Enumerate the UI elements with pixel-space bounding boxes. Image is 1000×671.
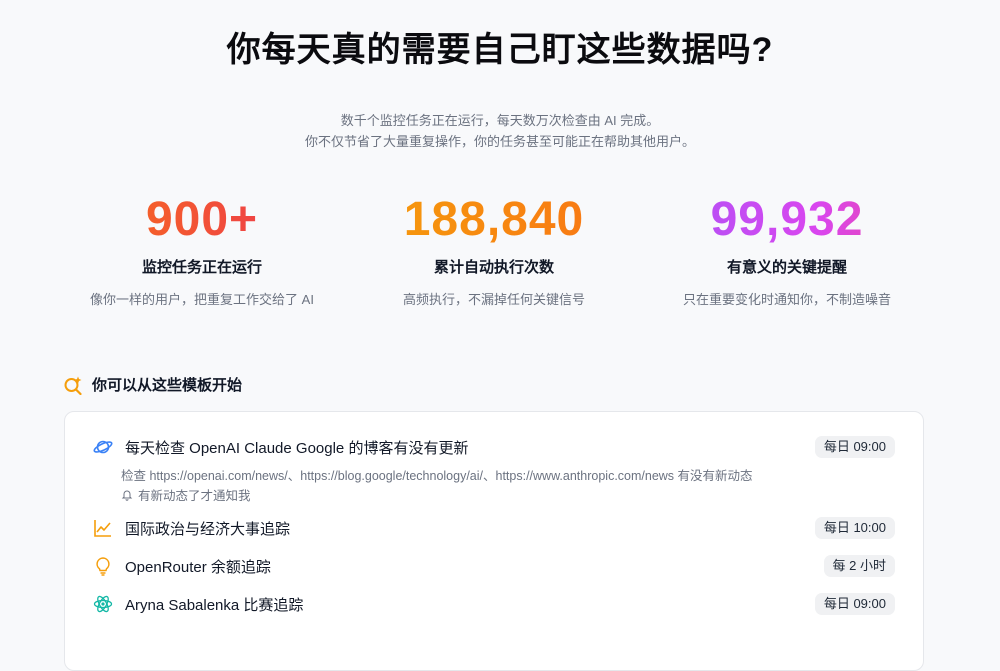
schedule-badge: 每日 10:00 xyxy=(814,517,895,539)
template-item-openrouter[interactable]: OpenRouter 余额追踪 每 2 小时 xyxy=(93,554,895,578)
template-title: 每天检查 OpenAI Claude Google 的博客有没有更新 xyxy=(125,439,469,457)
template-title: 国际政治与经济大事追踪 xyxy=(125,520,291,538)
template-title: Aryna Sabalenka 比赛追踪 xyxy=(125,596,304,614)
notify-label: 有新动态了才通知我 xyxy=(138,489,251,503)
stat-description: 像你一样的用户，把重复工作交给了 AI xyxy=(90,292,314,307)
bell-icon xyxy=(121,489,133,501)
page-title: 你每天真的需要自己盯这些数据吗? xyxy=(226,31,774,69)
templates-title: 你可以从这些模板开始 xyxy=(92,377,243,394)
stat-label: 有意义的关键提醒 xyxy=(726,259,847,276)
stat-executions: 188,840 累计自动执行次数 高频执行，不漏掉任何关键信号 xyxy=(344,190,644,308)
hero-subtitle-line2: 你不仅节省了大量重复操作，你的任务甚至可能正在帮助其他用户。 xyxy=(304,134,695,149)
templates-card: 每天检查 OpenAI Claude Google 的博客有没有更新 每日 09… xyxy=(64,411,924,671)
stat-value: 900+ xyxy=(52,190,352,250)
template-item-politics[interactable]: 国际政治与经济大事追踪 每日 10:00 xyxy=(93,516,895,540)
template-item-blog-check[interactable]: 每天检查 OpenAI Claude Google 的博客有没有更新 每日 09… xyxy=(93,435,895,459)
atom-icon xyxy=(93,594,113,614)
schedule-badge: 每日 09:00 xyxy=(814,593,895,615)
template-notify: 有新动态了才通知我 xyxy=(121,485,251,504)
lightbulb-icon xyxy=(93,556,113,576)
stat-description: 只在重要变化时通知你，不制造噪音 xyxy=(682,292,891,307)
stat-value: 188,840 xyxy=(344,190,644,250)
line-chart-icon xyxy=(93,518,113,538)
schedule-badge: 每 2 小时 xyxy=(823,555,895,577)
hero-subtitle-line1: 数千个监控任务正在运行，每天数万次检查由 AI 完成。 xyxy=(340,113,660,128)
template-detail: 检查 https://openai.com/news/、https://blog… xyxy=(121,469,753,483)
schedule-badge: 每日 09:00 xyxy=(814,436,895,458)
sparkle-search-icon xyxy=(63,375,83,395)
stat-label: 监控任务正在运行 xyxy=(141,259,262,276)
stat-running-tasks: 900+ 监控任务正在运行 像你一样的用户，把重复工作交给了 AI xyxy=(52,190,352,308)
stats-section: 900+ 监控任务正在运行 像你一样的用户，把重复工作交给了 AI 188,84… xyxy=(0,190,1000,310)
templates-heading: 你可以从这些模板开始 xyxy=(63,374,242,395)
planet-icon xyxy=(93,437,113,457)
stat-description: 高频执行，不漏掉任何关键信号 xyxy=(402,292,585,307)
template-item-sabalenka[interactable]: Aryna Sabalenka 比赛追踪 每日 09:00 xyxy=(93,592,895,616)
stat-value: 99,932 xyxy=(637,190,937,250)
stat-label: 累计自动执行次数 xyxy=(433,259,554,276)
template-title: OpenRouter 余额追踪 xyxy=(125,558,271,576)
stat-alerts: 99,932 有意义的关键提醒 只在重要变化时通知你，不制造噪音 xyxy=(637,190,937,308)
